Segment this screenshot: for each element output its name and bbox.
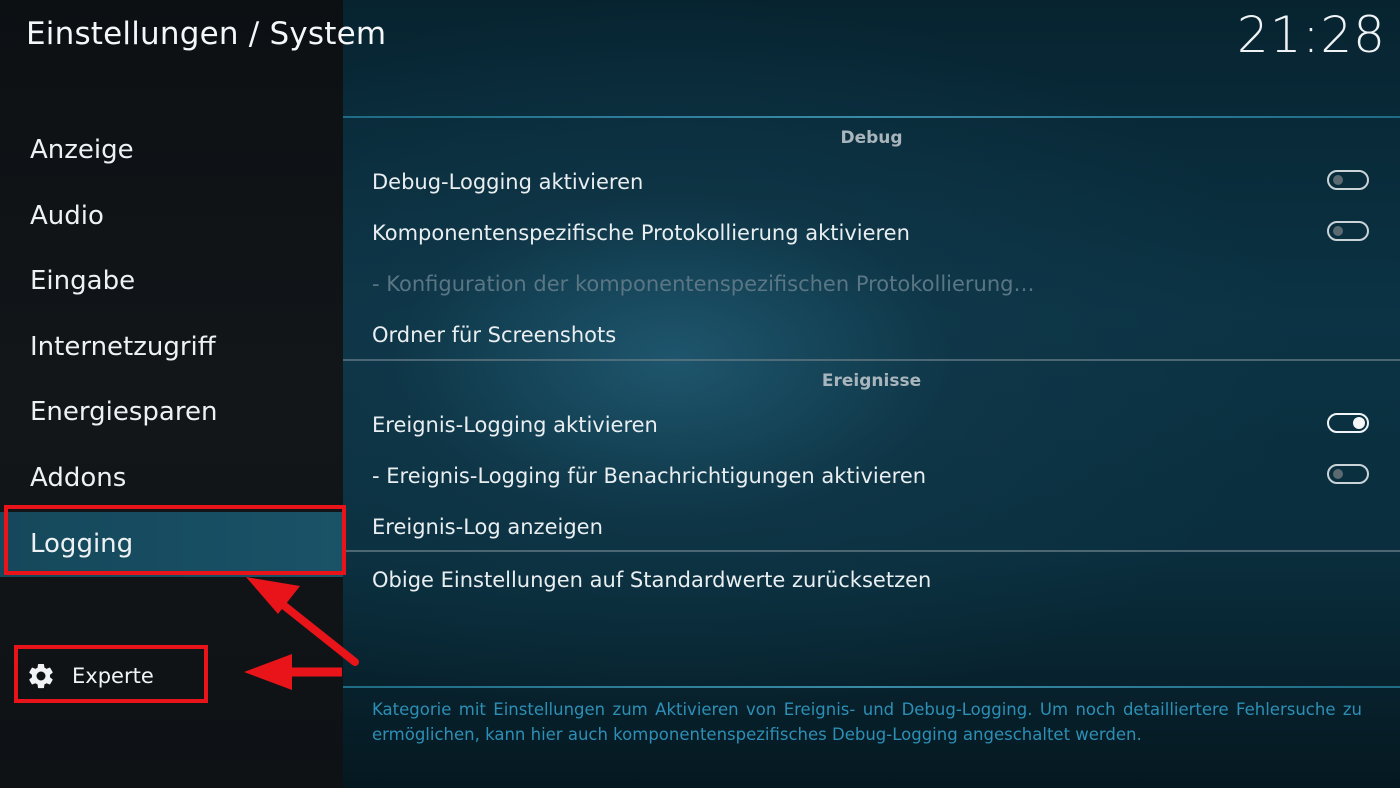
toggle-knob (1333, 469, 1343, 479)
main-panel (343, 0, 1400, 788)
toggle-event-logging[interactable] (1327, 413, 1369, 433)
settings-level-label: Experte (72, 664, 154, 688)
sidebar-item-logging[interactable]: Logging (0, 511, 343, 578)
sidebar-item-eingabe[interactable]: Eingabe (0, 249, 343, 315)
gear-icon (26, 661, 56, 691)
sidebar-item-energiesparen[interactable]: Energiesparen (0, 380, 343, 446)
category-description: Kategorie mit Einstellungen zum Aktivier… (372, 700, 1362, 744)
settings-level-button[interactable]: Experte (26, 656, 154, 696)
sidebar-item-audio[interactable]: Audio (0, 184, 343, 250)
description-divider (343, 686, 1400, 688)
setting-component-logging[interactable]: Komponentenspezifische Protokollierung a… (372, 221, 910, 245)
sidebar-nav: Anzeige Audio Eingabe Internetzugriff En… (0, 118, 343, 578)
sidebar-item-anzeige[interactable]: Anzeige (0, 118, 343, 184)
page-title: Einstellungen / System (26, 16, 387, 52)
setting-screenshot-folder[interactable]: Ordner für Screenshots (372, 323, 616, 347)
toggle-debug-logging[interactable] (1327, 170, 1369, 190)
section-divider (343, 550, 1400, 552)
setting-notification-event-logging[interactable]: - Ereignis-Logging für Benachrichtigunge… (372, 464, 926, 488)
sidebar-item-internetzugriff[interactable]: Internetzugriff (0, 315, 343, 381)
top-divider (343, 116, 1400, 118)
setting-event-logging[interactable]: Ereignis-Logging aktivieren (372, 413, 658, 437)
section-header-debug: Debug (840, 128, 903, 148)
section-divider (343, 359, 1400, 361)
section-header-events: Ereignisse (821, 371, 922, 391)
setting-show-event-log[interactable]: Ereignis-Log anzeigen (372, 515, 603, 539)
sidebar-item-addons[interactable]: Addons (0, 446, 343, 512)
clock: 21:28 (1236, 6, 1386, 64)
toggle-knob (1353, 417, 1365, 429)
setting-component-logging-config: - Konfiguration der komponentenspezifisc… (372, 272, 1035, 296)
setting-debug-logging[interactable]: Debug-Logging aktivieren (372, 170, 643, 194)
toggle-component-logging[interactable] (1327, 221, 1369, 241)
toggle-knob (1333, 175, 1343, 185)
reset-defaults-button[interactable]: Obige Einstellungen auf Standardwerte zu… (372, 568, 931, 592)
toggle-notification-event-logging[interactable] (1327, 464, 1369, 484)
toggle-knob (1333, 226, 1343, 236)
